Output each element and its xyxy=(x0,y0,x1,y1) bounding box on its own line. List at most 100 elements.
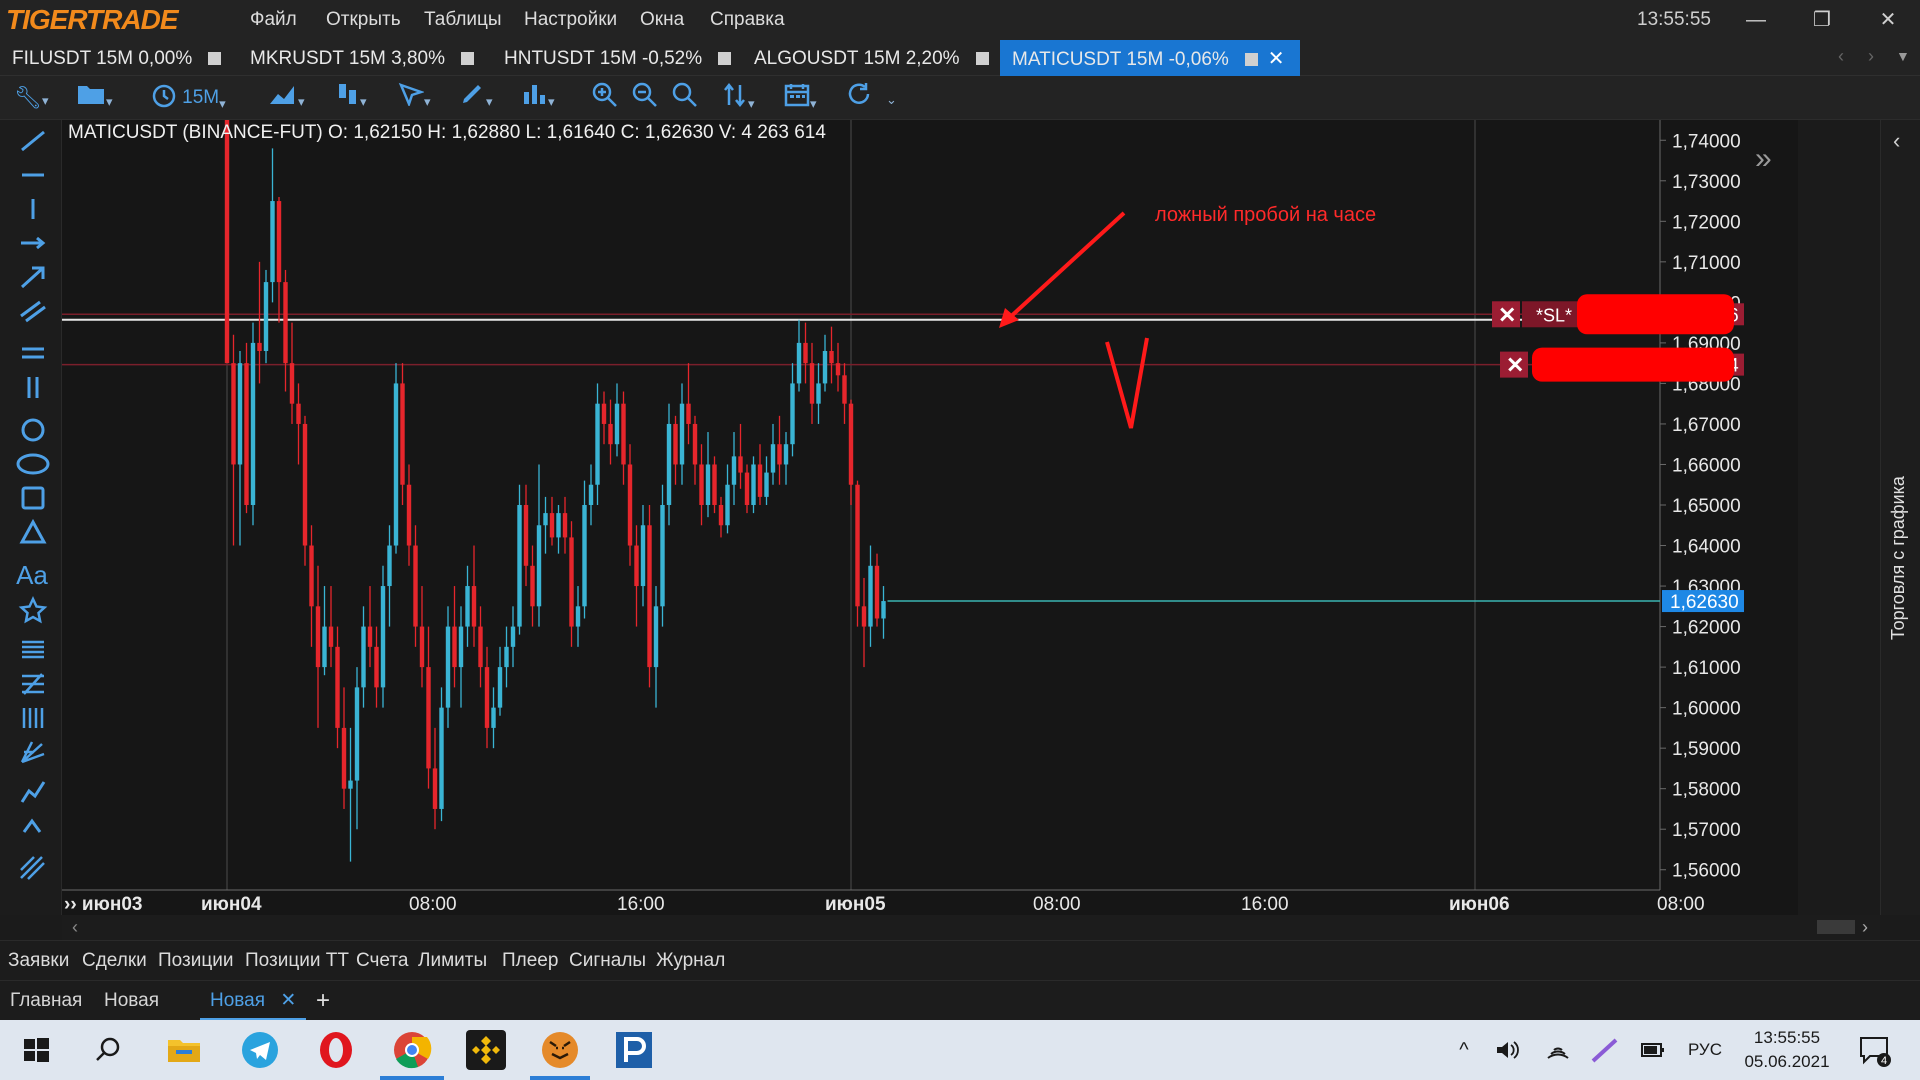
windows-start-icon[interactable] xyxy=(14,1028,58,1072)
search-icon[interactable] xyxy=(86,1028,130,1072)
hatch-icon[interactable] xyxy=(18,854,48,882)
sort-arrows-icon[interactable]: ▾ xyxy=(722,82,755,114)
add-workspace-button[interactable]: + xyxy=(316,981,330,1021)
rectangle-icon[interactable] xyxy=(18,484,48,512)
telegram-icon[interactable] xyxy=(238,1028,282,1072)
tab-scroll-left-icon[interactable]: ‹ xyxy=(1838,46,1844,67)
timeframe-selector[interactable]: 15M▾ xyxy=(152,82,226,114)
candle-body xyxy=(848,403,854,485)
chrome-icon[interactable] xyxy=(390,1028,434,1072)
volume-bars-icon[interactable]: ▾ xyxy=(522,82,555,114)
close-window-button[interactable]: ✕ xyxy=(1858,0,1918,40)
notification-icon[interactable]: 4 xyxy=(1858,1034,1892,1068)
chart-scrollbar[interactable]: ‹ › xyxy=(62,915,1880,940)
double-chevron-right-icon[interactable]: » xyxy=(1755,142,1772,176)
tab-filusdt[interactable]: FILUSDT 15M 0,00% xyxy=(0,40,240,76)
ellipse-icon[interactable] xyxy=(15,450,51,478)
ray-icon[interactable] xyxy=(18,230,48,256)
vertical-line-icon[interactable] xyxy=(18,196,48,222)
tab-signals[interactable]: Сигналы xyxy=(569,941,646,981)
zoom-out-icon[interactable] xyxy=(632,82,658,114)
tab-journal[interactable]: Журнал xyxy=(656,941,725,981)
network-icon[interactable] xyxy=(1544,1038,1572,1062)
scroll-right-icon[interactable]: › xyxy=(1862,917,1868,938)
horizontal-line-icon[interactable] xyxy=(18,162,48,188)
tigertrade-icon[interactable] xyxy=(538,1028,582,1072)
tray-expand-icon[interactable]: ^ xyxy=(1450,1020,1478,1080)
vertical-parallel-icon[interactable] xyxy=(18,374,48,400)
circle-icon[interactable] xyxy=(18,416,48,444)
refresh-icon[interactable] xyxy=(846,82,872,114)
search-icon[interactable] xyxy=(672,82,698,114)
scroll-thumb[interactable] xyxy=(1817,920,1855,934)
time-zones-icon[interactable] xyxy=(18,704,48,732)
text-tool-icon[interactable]: Aa xyxy=(16,560,48,590)
tab-maticusdt[interactable]: MATICUSDT 15M -0,06% ✕ xyxy=(1000,40,1300,76)
tab-scroll-right-icon[interactable]: › xyxy=(1868,46,1874,67)
wrench-icon[interactable]: 🔧︎▾ xyxy=(14,82,48,114)
channel-icon[interactable] xyxy=(18,298,48,324)
toolbar-more-icon[interactable]: ⌄ xyxy=(886,92,897,108)
battery-icon[interactable] xyxy=(1640,1040,1666,1060)
tab-orders[interactable]: Заявки xyxy=(8,941,69,981)
tab-square-icon[interactable] xyxy=(208,52,222,65)
polyline-icon[interactable] xyxy=(18,778,48,806)
tab-algousdt[interactable]: ALGOUSDT 15M 2,20% xyxy=(742,40,992,76)
tab-square-icon[interactable] xyxy=(1244,53,1258,66)
taskbar-clock[interactable]: 13:55:55 05.06.2021 xyxy=(1742,1026,1832,1074)
pen-tray-icon[interactable] xyxy=(1590,1036,1620,1064)
tab-square-icon[interactable] xyxy=(461,52,474,65)
peak-icon[interactable] xyxy=(18,812,48,840)
scroll-left-icon[interactable]: ‹ xyxy=(72,917,78,938)
tab-hntusdt[interactable]: HNTUSDT 15M -0,52% xyxy=(492,40,742,76)
pencil-icon[interactable]: ▾ xyxy=(460,82,493,114)
price-chart[interactable]: 1,740001,730001,720001,710001,700001,690… xyxy=(62,120,1798,915)
menu-open[interactable]: Открыть xyxy=(326,0,401,40)
tab-close-icon[interactable]: ✕ xyxy=(1268,40,1285,78)
trade-from-chart-label[interactable]: Торговля с графика xyxy=(1885,460,1911,640)
maximize-button[interactable]: ❐ xyxy=(1792,0,1852,40)
platform-r-icon[interactable] xyxy=(612,1028,656,1072)
star-icon[interactable] xyxy=(18,596,48,624)
volume-icon[interactable] xyxy=(1494,1038,1522,1062)
menu-tables[interactable]: Таблицы xyxy=(424,0,502,40)
pitchfork-icon[interactable] xyxy=(18,738,48,766)
parallel-lines-icon[interactable] xyxy=(18,340,48,366)
language-indicator[interactable]: РУС xyxy=(1680,1020,1730,1080)
tab-positions-tt[interactable]: Позиции ТТ xyxy=(245,941,349,981)
workspace-new-1[interactable]: Новая xyxy=(104,981,159,1021)
candle-body xyxy=(530,565,535,607)
file-explorer-icon[interactable] xyxy=(162,1028,206,1072)
minimize-button[interactable]: — xyxy=(1726,0,1786,40)
tab-positions[interactable]: Позиции xyxy=(158,941,233,981)
tab-player[interactable]: Плеер xyxy=(502,941,558,981)
tab-limits[interactable]: Лимиты xyxy=(418,941,487,981)
chart-type-icon[interactable]: ▾ xyxy=(268,82,305,114)
zoom-in-icon[interactable] xyxy=(592,82,618,114)
cursor-icon[interactable]: ▾ xyxy=(398,82,431,114)
tab-square-icon[interactable] xyxy=(975,52,989,65)
workspace-main[interactable]: Главная xyxy=(10,981,82,1021)
indicators-icon[interactable]: ▾ xyxy=(336,82,367,114)
workspace-close-icon[interactable]: ✕ xyxy=(280,990,296,1011)
arrow-icon[interactable] xyxy=(18,264,48,290)
tab-accounts[interactable]: Счета xyxy=(356,941,408,981)
menu-settings[interactable]: Настройки xyxy=(524,0,617,40)
menu-file[interactable]: Файл xyxy=(250,0,297,40)
triangle-icon[interactable] xyxy=(18,518,48,546)
tab-mkrusdt[interactable]: MKRUSDT 15M 3,80% xyxy=(238,40,474,76)
calendar-icon[interactable]: ▾ xyxy=(784,82,817,114)
panel-collapse-icon[interactable]: ‹ xyxy=(1893,128,1900,154)
tab-list-icon[interactable]: ▼ xyxy=(1896,48,1910,64)
binance-icon[interactable] xyxy=(464,1028,508,1072)
fib-levels-icon[interactable] xyxy=(18,636,48,664)
tab-deals[interactable]: Сделки xyxy=(82,941,147,981)
opera-icon[interactable] xyxy=(314,1028,358,1072)
folder-icon[interactable]: ▾ xyxy=(76,82,113,114)
workspace-new-active[interactable]: Новая ✕ xyxy=(200,981,307,1021)
menu-windows[interactable]: Окна xyxy=(640,0,684,40)
menu-help[interactable]: Справка xyxy=(710,0,785,40)
fib-fan-icon[interactable] xyxy=(18,670,48,698)
tab-square-icon[interactable] xyxy=(718,52,732,65)
trend-line-icon[interactable] xyxy=(18,128,48,154)
